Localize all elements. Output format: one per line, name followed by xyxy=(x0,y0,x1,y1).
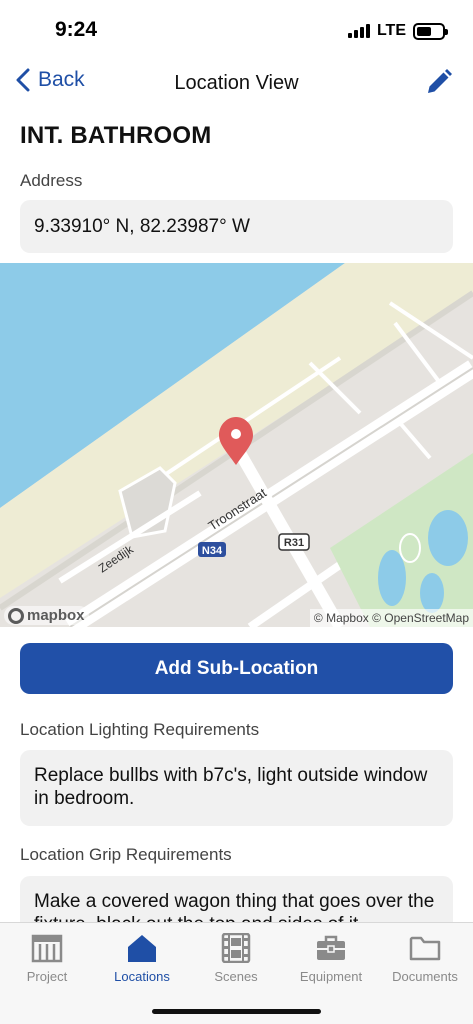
map-canvas: Troonstraat Zeedijk N34 R31 xyxy=(0,263,473,627)
tab-equipment[interactable]: Equipment xyxy=(284,931,378,984)
status-bar: 9:24 LTE xyxy=(0,0,473,60)
tab-documents[interactable]: Documents xyxy=(378,931,472,984)
location-map[interactable]: Troonstraat Zeedijk N34 R31 mapbox © Map… xyxy=(0,263,473,627)
grip-label: Location Grip Requirements xyxy=(20,845,232,864)
road-badge-r31: R31 xyxy=(284,537,304,549)
tab-bar: Project Locations Scenes Equipment Docum… xyxy=(0,922,473,1024)
tab-scenes-label: Scenes xyxy=(214,969,258,984)
tab-locations-label: Locations xyxy=(114,969,170,984)
tab-equipment-label: Equipment xyxy=(299,969,363,984)
tab-project[interactable]: Project xyxy=(0,931,94,984)
network-type: LTE xyxy=(376,22,406,39)
status-time: 9:24 xyxy=(55,18,98,41)
status-indicators: LTE xyxy=(347,22,448,40)
page-title: Location View xyxy=(174,72,299,94)
tab-scenes[interactable]: Scenes xyxy=(189,931,283,984)
folder-icon xyxy=(409,936,441,961)
film-icon xyxy=(221,933,251,963)
address-label: Address xyxy=(20,171,83,190)
home-indicator xyxy=(152,1009,321,1014)
map-attribution[interactable]: © Mapbox © OpenStreetMap xyxy=(309,609,473,627)
address-field[interactable]: 9.33910° N, 82.23987° W xyxy=(20,200,453,253)
mapbox-logo-icon xyxy=(8,607,24,624)
lighting-label: Location Lighting Requirements xyxy=(20,720,260,739)
tab-documents-label: Documents xyxy=(392,969,458,984)
home-icon xyxy=(128,935,156,962)
pencil-icon xyxy=(428,69,452,93)
nav-bar: Back Location View xyxy=(0,62,473,106)
location-name: INT. BATHROOM xyxy=(20,122,212,149)
tab-locations[interactable]: Locations xyxy=(95,931,189,984)
add-sub-location-button[interactable]: Add Sub-Location xyxy=(20,643,453,694)
building-icon xyxy=(31,934,63,963)
road-badge-n34: N34 xyxy=(202,545,223,557)
battery-icon xyxy=(413,22,448,40)
address-value: 9.33910° N, 82.23987° W xyxy=(34,216,250,237)
mapbox-logo[interactable]: mapbox xyxy=(4,606,89,625)
tab-project-label: Project xyxy=(26,969,68,984)
cellular-signal-icon xyxy=(347,24,370,38)
lighting-value: Replace bullbs with b7c's, light outside… xyxy=(34,765,428,809)
toolbox-icon xyxy=(317,935,345,960)
edit-button[interactable] xyxy=(425,68,453,101)
lighting-field[interactable]: Replace bullbs with b7c's, light outside… xyxy=(20,750,453,826)
